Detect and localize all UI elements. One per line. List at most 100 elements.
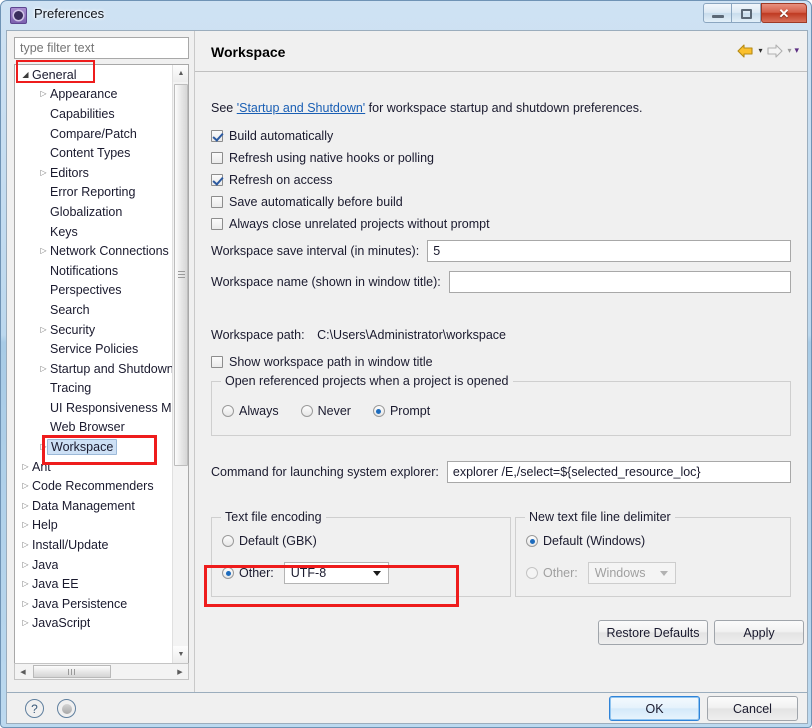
sidebar-item-capabilities[interactable]: Capabilities [15, 104, 173, 124]
explorer-command-input[interactable] [446, 461, 791, 483]
sidebar-item-java-persistence[interactable]: ▷ Java Persistence [15, 594, 173, 614]
encoding-default-radio-row[interactable]: Default (GBK) [222, 534, 317, 548]
delimiter-other-radio-row[interactable]: Other: Windows [526, 562, 676, 584]
tree-item-list: ◢ General ▷ Appearance Capabilities Compare/P… [15, 65, 173, 647]
intro-suffix: for workspace startup and shutdown prefe… [365, 101, 643, 115]
sidebar-item-install-update[interactable]: ▷ Install/Update [15, 535, 173, 555]
sidebar-item-content-types[interactable]: Content Types [15, 143, 173, 163]
show-workspace-path-row[interactable]: Show workspace path in window title [211, 355, 433, 369]
sidebar-item-startup-and-shutdown[interactable]: ▷ Startup and Shutdown [15, 359, 173, 379]
scroll-up-icon[interactable]: ▲ [173, 65, 188, 82]
line-delimiter-group: New text file line delimiter Default (Wi… [515, 510, 791, 597]
checkbox-row-save-automatically-before-build[interactable]: Save automatically before build [211, 195, 403, 209]
sidebar-item-java[interactable]: ▷ Java [15, 555, 173, 575]
apply-button[interactable]: Apply [714, 620, 804, 645]
tree-collapsed-icon[interactable]: ▷ [19, 521, 32, 529]
sidebar-item-data-management[interactable]: ▷ Data Management [15, 496, 173, 516]
checkbox-label: Save automatically before build [229, 195, 403, 209]
checkbox-row-build-automatically[interactable]: Build automatically [211, 129, 333, 143]
tree-collapsed-icon[interactable]: ▷ [19, 619, 32, 627]
radio-input[interactable] [222, 405, 234, 417]
sidebar-item-compare-patch[interactable]: Compare/Patch [15, 124, 173, 144]
open-referenced-option-never[interactable]: Never [300, 404, 351, 418]
tree-collapsed-icon[interactable]: ▷ [19, 541, 32, 549]
checkbox-input[interactable] [211, 130, 223, 142]
scroll-down-icon[interactable]: ▼ [173, 646, 188, 663]
tree-collapsed-icon[interactable]: ▷ [19, 599, 32, 608]
annotation-box-workspace [42, 435, 157, 465]
tree-collapsed-icon[interactable]: ▷ [37, 168, 50, 177]
sidebar-item-label: Code Recommenders [32, 479, 154, 494]
checkbox-input[interactable] [211, 218, 223, 230]
tree-collapsed-icon[interactable]: ▷ [19, 482, 32, 490]
line-delimiter-title: New text file line delimiter [525, 510, 675, 524]
show-workspace-path-checkbox[interactable] [211, 356, 223, 368]
vertical-scroll-thumb[interactable] [174, 84, 188, 466]
sidebar-item-label: Service Policies [50, 342, 139, 357]
sidebar-item-java-ee[interactable]: ▷ Java EE [15, 574, 173, 594]
sidebar-item-appearance[interactable]: ▷ Appearance [15, 85, 173, 105]
scroll-right-icon[interactable]: ▶ [172, 664, 188, 679]
sidebar-item-notifications[interactable]: Notifications [15, 261, 173, 281]
sidebar-item-ui-responsiveness-monitoring[interactable]: UI Responsiveness Monitoring [15, 398, 173, 418]
scroll-left-icon[interactable]: ◀ [15, 664, 31, 679]
tree-collapsed-icon[interactable]: ▷ [37, 325, 50, 334]
sidebar-item-code-recommenders[interactable]: ▷ Code Recommenders [15, 476, 173, 496]
tree-collapsed-icon[interactable]: ▷ [19, 462, 32, 471]
filter-input[interactable] [14, 37, 189, 59]
ok-button[interactable]: OK [609, 696, 700, 721]
workspace-name-input[interactable] [448, 271, 791, 293]
radio-input[interactable] [372, 405, 385, 417]
sidebar-item-perspectives[interactable]: Perspectives [15, 281, 173, 301]
sidebar-item-search[interactable]: Search [15, 300, 173, 320]
open-referenced-option-always[interactable]: Always [222, 404, 279, 418]
back-arrow-icon[interactable] [736, 42, 755, 59]
tree-collapsed-icon[interactable]: ▷ [37, 364, 50, 373]
sidebar-item-label: Content Types [50, 146, 131, 161]
sidebar-item-javascript[interactable]: ▷ JavaScript [15, 614, 173, 634]
back-history-caret-icon[interactable]: ▾ [758, 46, 762, 55]
maximize-button[interactable] [732, 3, 761, 23]
radio-input[interactable] [300, 405, 313, 417]
sidebar-item-keys[interactable]: Keys [15, 222, 173, 242]
help-icon[interactable]: ? [25, 699, 44, 718]
save-interval-input[interactable] [427, 240, 791, 262]
status-circle-icon[interactable] [57, 699, 76, 718]
sidebar-item-editors[interactable]: ▷ Editors [15, 163, 173, 183]
checkbox-row-always-close-unrelated-projects-without-prompt[interactable]: Always close unrelated projects without … [211, 217, 490, 231]
checkbox-row-refresh-on-access[interactable]: Refresh on access [211, 173, 333, 187]
delimiter-other-radio[interactable] [526, 567, 538, 579]
tree-collapsed-icon[interactable]: ▷ [37, 247, 50, 255]
checkbox-input[interactable] [211, 174, 223, 186]
tree-collapsed-icon[interactable]: ▷ [19, 501, 32, 510]
cancel-button[interactable]: Cancel [707, 696, 798, 721]
sidebar-item-security[interactable]: ▷ Security [15, 320, 173, 340]
tree-collapsed-icon[interactable]: ▷ [19, 560, 32, 569]
sidebar-item-help[interactable]: ▷ Help [15, 516, 173, 536]
checkbox-input[interactable] [211, 196, 223, 208]
sidebar-item-network-connections[interactable]: ▷ Network Connections [15, 241, 173, 261]
open-referenced-option-prompt[interactable]: Prompt [372, 404, 430, 418]
startup-shutdown-link[interactable]: 'Startup and Shutdown' [237, 101, 365, 115]
tree-collapsed-icon[interactable]: ▷ [19, 580, 32, 588]
delimiter-default-radio-row[interactable]: Default (Windows) [526, 534, 645, 548]
tree-collapsed-icon[interactable]: ▷ [37, 90, 50, 98]
sidebar-item-service-policies[interactable]: Service Policies [15, 339, 173, 359]
preferences-tree[interactable]: ◢ General ▷ Appearance Capabilities Compare/P… [14, 64, 189, 664]
tree-horizontal-scrollbar[interactable]: ◀ ▶ [14, 663, 189, 680]
close-button[interactable]: ✕ [761, 3, 807, 23]
page-menu-caret-icon[interactable]: ▾ [794, 45, 799, 56]
horizontal-scroll-thumb[interactable] [33, 665, 111, 678]
encoding-default-radio[interactable] [222, 535, 234, 547]
checkbox-row-refresh-using-native-hooks-or-polling[interactable]: Refresh using native hooks or polling [211, 151, 434, 165]
radio-label: Always [239, 404, 279, 418]
sidebar-item-error-reporting[interactable]: Error Reporting [15, 183, 173, 203]
tree-vertical-scrollbar[interactable]: ▲ ▼ [172, 65, 188, 663]
checkbox-input[interactable] [211, 152, 223, 164]
sidebar-item-globalization[interactable]: Globalization [15, 202, 173, 222]
minimize-button[interactable] [703, 3, 732, 23]
sidebar-item-label: Capabilities [50, 106, 115, 121]
restore-defaults-button[interactable]: Restore Defaults [598, 620, 708, 645]
delimiter-default-radio[interactable] [526, 535, 538, 547]
sidebar-item-tracing[interactable]: Tracing [15, 379, 173, 399]
